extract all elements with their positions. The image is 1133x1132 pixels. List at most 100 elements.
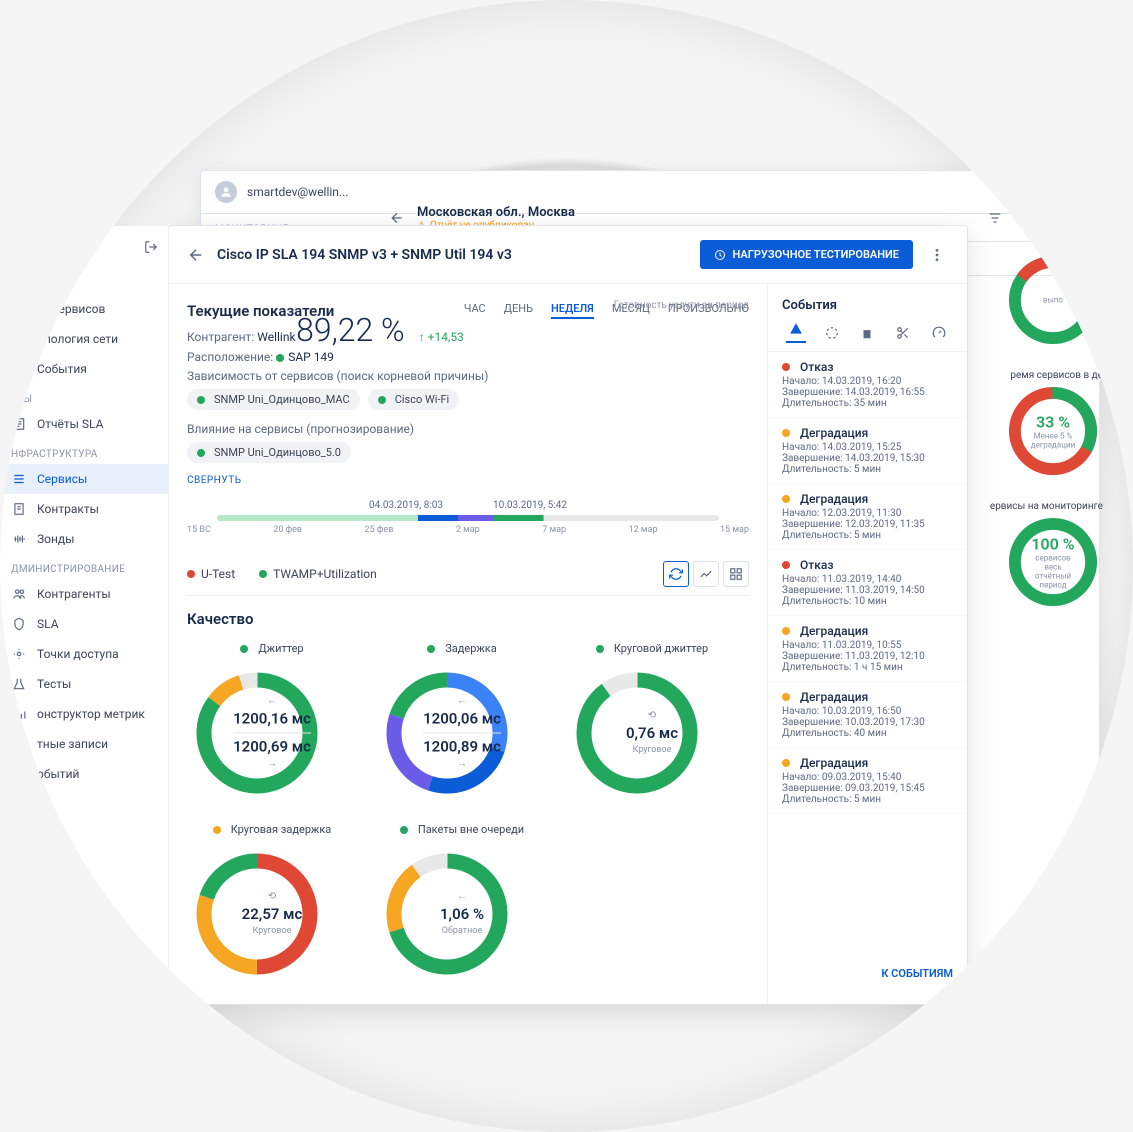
refresh-icon[interactable] — [663, 561, 689, 587]
period-tab[interactable]: НЕДЕЛЯ — [551, 302, 594, 319]
event-item[interactable]: ДеградацияНачало: 12.03.2019, 11:30Завер… — [768, 484, 967, 550]
period-tab[interactable]: ЧАС — [464, 302, 486, 319]
sidebar-item[interactable]: тные записи — [0, 729, 168, 759]
back-icon[interactable] — [389, 210, 405, 226]
sidebar-item-label: онструктор метрик — [37, 707, 145, 721]
grid-view-icon[interactable] — [723, 561, 749, 587]
depends-label: Зависимость от сервисов (поиск корневой … — [187, 369, 749, 383]
sidebar-item-label: тика — [37, 272, 63, 286]
collapse-link[interactable]: СВЕРНУТЬ — [187, 475, 749, 486]
event-item[interactable]: Отказ Начало: 11.03.2019, 14:40Завершение… — [768, 550, 967, 616]
event-item[interactable]: ДеградацияНачало: 11.03.2019, 10:55Завер… — [768, 616, 967, 682]
load-test-button[interactable]: НАГРУЗОЧНОЕ ТЕСТИРОВАНИЕ — [700, 240, 913, 269]
event-title: Деградация — [800, 492, 868, 506]
event-title: Отказ — [800, 360, 833, 374]
event-item[interactable]: ОтказНачало: 14.03.2019, 16:20Завершение… — [768, 352, 967, 418]
alert-icon[interactable] — [786, 323, 806, 343]
event-duration: Длительность: 10 мин — [782, 596, 953, 607]
metrics-icon — [11, 706, 27, 722]
sidebar-item[interactable]: Тесты — [0, 669, 168, 699]
chart-view-icon[interactable] — [693, 561, 719, 587]
sidebar-item[interactable]: Контракты — [0, 494, 168, 524]
sidebar-item[interactable]: онструктор метрик — [0, 699, 168, 729]
sidebar-item[interactable]: Зонды — [0, 524, 168, 554]
gauge-icon[interactable] — [929, 323, 949, 343]
scissors-icon[interactable] — [893, 323, 913, 343]
event-title: Деградация — [800, 426, 868, 440]
affects-label: Влияние на сервисы (прогнозирование) — [187, 422, 749, 436]
sidebar-item[interactable]: обытий — [0, 759, 168, 789]
more-icon[interactable] — [925, 243, 949, 267]
sidebar-item[interactable]: Контрагенты — [0, 579, 168, 609]
peek-label-1: выпо — [1043, 296, 1063, 305]
tab-twamp[interactable]: TWAMP+Utilization — [259, 567, 377, 581]
event-end: Завершение: 11.03.2019, 14:50 — [782, 585, 953, 596]
probes-icon — [11, 531, 27, 547]
back-icon[interactable] — [187, 246, 205, 264]
event-duration: Длительность: 1 ч 15 мин — [782, 662, 953, 673]
availability-delta: ↑ +14,53 — [419, 330, 464, 344]
sidebar-item-label: обытий — [37, 767, 79, 781]
access-icon — [11, 646, 27, 662]
event-title: Деградация — [800, 624, 868, 638]
peek-val-3: 100 % — [1028, 535, 1078, 554]
event-end: Завершение: 14.03.2019, 15:30 — [782, 453, 953, 464]
event-item[interactable]: Деградация Начало: 14.03.2019, 15:25Завер… — [768, 418, 967, 484]
peek-label-2: ремя сервисов в де — [973, 370, 1103, 381]
bg-user-email: smartdev@wellin... — [247, 185, 1059, 199]
service-chip[interactable]: SNMP Uni_Одинцово_5.0 — [187, 442, 351, 463]
event-start: Начало: 14.03.2019, 15:25 — [782, 442, 953, 453]
sidebar-item[interactable]: SLA — [0, 609, 168, 639]
timeline[interactable]: 04.03.2019, 8:03 10.03.2019, 5:42 15 ВС2… — [187, 500, 749, 535]
events-link[interactable]: К СОБЫТИЯМ — [768, 957, 967, 990]
bell-icon — [11, 766, 27, 782]
donut-label: Джиттер — [258, 642, 303, 655]
exit-icon[interactable] — [1069, 184, 1085, 200]
sidebar-item[interactable]: Сервисы — [0, 464, 168, 494]
timeline-tick: 15 ВС — [187, 525, 211, 535]
sidebar-item[interactable]: Точки доступа — [0, 639, 168, 669]
sidebar-item[interactable]: События — [0, 354, 168, 384]
exit-icon[interactable] — [144, 240, 158, 254]
circle-icon[interactable] — [822, 323, 842, 343]
service-chip[interactable]: SNMP Uni_Одинцово_MAC — [187, 389, 360, 410]
period-tab[interactable]: ДЕНЬ — [504, 302, 533, 319]
sidebar-section-label: ЁТЫ — [0, 384, 168, 409]
event-duration: Длительность: 35 мин — [782, 398, 953, 409]
event-start: Начало: 11.03.2019, 14:40 — [782, 574, 953, 585]
timeline-tick: 25 фев — [365, 525, 394, 535]
event-start: Начало: 09.03.2019, 15:40 — [782, 772, 953, 783]
event-start: Начало: 11.03.2019, 10:55 — [782, 640, 953, 651]
sidebar-item[interactable]: опология сети — [0, 324, 168, 354]
event-end: Завершение: 14.03.2019, 16:55 — [782, 387, 953, 398]
topology-icon — [11, 331, 27, 347]
timeline-handle-left: 04.03.2019, 8:03 — [369, 500, 443, 511]
sidebar-item-label: опология сети — [37, 332, 118, 346]
peek-sub-3: сервисов весь отчётный период — [1028, 554, 1078, 590]
event-title: Отказ — [800, 558, 833, 572]
sidebar-item[interactable]: та сервисов — [0, 294, 168, 324]
sidebar-item[interactable]: тика — [0, 264, 168, 294]
service-chip[interactable]: Cisco Wi-Fi — [368, 389, 460, 410]
quality-title: Качество — [187, 610, 749, 628]
event-item[interactable]: ДеградацияНачало: 10.03.2019, 16:50Завер… — [768, 682, 967, 748]
tab-utest[interactable]: U-Test — [187, 567, 235, 581]
event-duration: Длительность: 5 мин — [782, 794, 953, 805]
events-title: События — [768, 298, 967, 323]
donut-card: Джиттер←1200,16 мс1200,69 мс→ — [187, 642, 357, 803]
location-value: SAP 149 — [288, 350, 334, 364]
timeline-tick: 2 мар — [456, 525, 480, 535]
event-start: Начало: 12.03.2019, 11:30 — [782, 508, 953, 519]
tools-icon[interactable] — [857, 323, 877, 343]
sla-icon — [11, 616, 27, 632]
filter-icon[interactable] — [987, 210, 1003, 226]
event-item[interactable]: ДеградацияНачало: 09.03.2019, 15:40Завер… — [768, 748, 967, 814]
contractor-value: Wellink — [257, 330, 295, 344]
peek-val-2: 33 % — [1028, 413, 1078, 432]
report-icon — [11, 416, 27, 432]
sidebar-item-label: Контрагенты — [37, 587, 111, 601]
timeline-tick: 7 мар — [542, 525, 566, 535]
search-icon[interactable]: Найти — [1017, 209, 1081, 228]
availability-value: 89,22 % — [296, 311, 405, 349]
sidebar-item[interactable]: Отчёты SLA — [0, 409, 168, 439]
